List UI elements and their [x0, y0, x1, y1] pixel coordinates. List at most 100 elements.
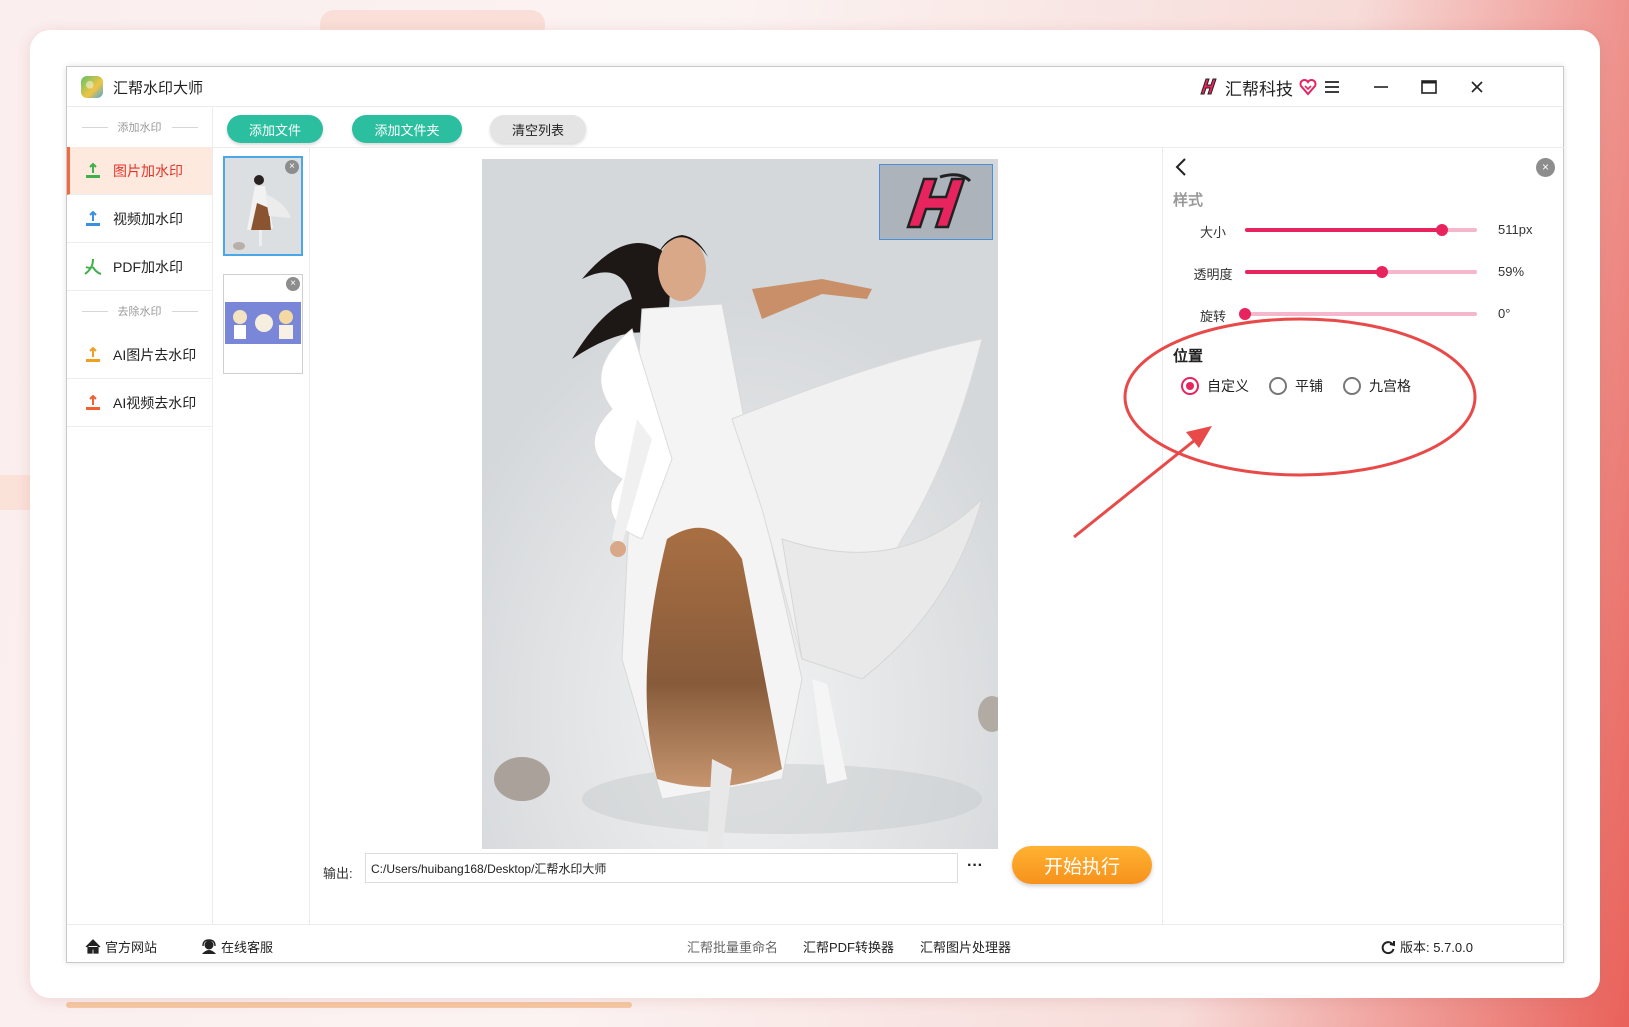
- close-icon: [1471, 81, 1483, 93]
- image-preview: [482, 159, 998, 849]
- thumbnail-remove-button[interactable]: ×: [286, 277, 300, 291]
- minimize-icon: [1374, 86, 1388, 88]
- maximize-icon: [1421, 80, 1437, 94]
- add-file-button[interactable]: 添加文件: [227, 115, 323, 143]
- position-option-tile[interactable]: 平铺: [1269, 376, 1323, 396]
- file-thumbnail[interactable]: ×: [223, 274, 303, 374]
- menu-icon: [1325, 81, 1339, 93]
- opacity-slider-row: 透明度 59%: [1163, 262, 1566, 282]
- clear-list-button[interactable]: 清空列表: [490, 115, 586, 143]
- size-slider[interactable]: [1245, 224, 1477, 236]
- footer-label: 汇帮图片处理器: [920, 940, 1012, 955]
- toolbar: 添加文件 添加文件夹 清空列表: [213, 107, 1565, 147]
- watermark-logo-icon: [906, 173, 972, 229]
- sidebar-section-remove-label: 去除水印: [67, 291, 212, 331]
- app-logo-icon: [81, 76, 103, 98]
- video-upload-icon: [83, 209, 103, 229]
- status-bar: 官方网站 在线客服 汇帮批量重命名 汇帮PDF转换器 汇帮图片处理器 版本: 5…: [67, 924, 1565, 964]
- vip-heart-icon: [1299, 79, 1317, 96]
- online-support-link[interactable]: 在线客服: [201, 937, 273, 956]
- minimize-button[interactable]: [1366, 73, 1396, 101]
- sidebar-item-video-watermark[interactable]: 视频加水印: [67, 195, 212, 243]
- panel-close-button[interactable]: ×: [1536, 158, 1555, 177]
- pdf-icon: [83, 257, 103, 277]
- slider-fill: [1245, 270, 1382, 274]
- preview-image-fashion-model: [482, 159, 998, 849]
- brand: 汇帮科技: [1197, 75, 1317, 99]
- footer-label: 官方网站: [105, 940, 158, 955]
- brand-name: 汇帮科技: [1225, 79, 1293, 99]
- sidebar-section-add-label: 添加水印: [67, 107, 212, 147]
- sidebar-item-label: 图片加水印: [113, 162, 183, 179]
- home-icon: [85, 939, 101, 954]
- position-option-custom[interactable]: 自定义: [1181, 376, 1249, 396]
- video-remove-icon: [83, 393, 103, 413]
- position-radio-group: 自定义 平铺 九宫格: [1181, 376, 1411, 396]
- slider-handle[interactable]: [1375, 266, 1388, 278]
- radio-circle: [1343, 377, 1361, 395]
- slider-handle[interactable]: [1239, 308, 1251, 320]
- slider-label: 大小: [1199, 225, 1226, 240]
- sidebar-item-ai-video-remove[interactable]: AI视频去水印: [67, 379, 212, 427]
- official-website-link[interactable]: 官方网站: [85, 937, 157, 956]
- slider-handle[interactable]: [1436, 224, 1449, 236]
- sidebar-item-ai-image-remove[interactable]: AI图片去水印: [67, 331, 212, 379]
- style-section-title: 样式: [1173, 192, 1204, 209]
- radio-circle: [1269, 377, 1287, 395]
- maximize-button[interactable]: [1414, 73, 1444, 101]
- file-thumbnail-list: × ×: [213, 148, 310, 924]
- output-label: 输出:: [323, 866, 353, 881]
- output-path-input[interactable]: [365, 853, 958, 883]
- position-section-title: 位置: [1173, 348, 1204, 365]
- add-folder-button[interactable]: 添加文件夹: [352, 115, 462, 143]
- rotation-slider-row: 旋转 0°: [1163, 304, 1566, 324]
- thumbnail-remove-button[interactable]: ×: [285, 160, 299, 174]
- version-info[interactable]: 版本: 5.7.0.0: [1380, 937, 1473, 956]
- image-remove-icon: [83, 345, 103, 365]
- radio-circle: [1181, 377, 1199, 395]
- footer-label: 在线客服: [221, 940, 274, 955]
- radio-label: 九宫格: [1369, 378, 1411, 394]
- sidebar-item-image-watermark[interactable]: 图片加水印: [67, 147, 212, 195]
- back-arrow-icon[interactable]: [1171, 156, 1193, 178]
- slider-label: 旋转: [1199, 309, 1226, 324]
- sidebar-item-label: AI视频去水印: [113, 394, 197, 411]
- watermark-overlay[interactable]: [879, 164, 993, 240]
- size-slider-row: 大小 511px: [1163, 220, 1566, 240]
- file-thumbnail[interactable]: ×: [223, 156, 303, 256]
- start-button[interactable]: 开始执行: [1012, 846, 1152, 884]
- footer-label: 汇帮批量重命名: [687, 940, 779, 955]
- slider-fill: [1245, 228, 1443, 232]
- sidebar-item-label: PDF加水印: [113, 258, 183, 275]
- menu-button[interactable]: [1317, 73, 1347, 101]
- app-window: 汇帮水印大师 汇帮科技 添加水印 图片加水印 视频加水印 PDF加水印 去除水印…: [66, 66, 1565, 964]
- background-decoration: [0, 475, 30, 510]
- refresh-icon: [1381, 940, 1395, 954]
- pdf-converter-link[interactable]: 汇帮PDF转换器: [803, 937, 894, 956]
- opacity-slider[interactable]: [1245, 266, 1477, 278]
- radio-label: 平铺: [1295, 378, 1323, 394]
- slider-value: 0°: [1498, 306, 1511, 321]
- brand-logo-icon: [1200, 78, 1217, 95]
- background-decoration: [66, 1002, 632, 1008]
- browse-output-button[interactable]: ···: [960, 857, 990, 879]
- settings-panel: × 样式 大小 511px 透明度 59% 旋转 0° 位置 自定义 平铺 九宫…: [1162, 148, 1565, 924]
- slider-value: 511px: [1498, 222, 1533, 237]
- footer-label: 汇帮PDF转换器: [803, 940, 895, 955]
- customer-service-icon: [202, 939, 216, 954]
- rotation-slider[interactable]: [1239, 308, 1477, 320]
- version-label: 版本: 5.7.0.0: [1400, 940, 1473, 955]
- title-bar: 汇帮水印大师 汇帮科技: [67, 67, 1563, 107]
- sidebar-item-label: AI图片去水印: [113, 346, 197, 363]
- slider-value: 59%: [1498, 264, 1525, 279]
- image-processor-link[interactable]: 汇帮图片处理器: [920, 937, 1011, 956]
- position-option-grid[interactable]: 九宫格: [1343, 376, 1411, 396]
- app-title: 汇帮水印大师: [113, 80, 204, 97]
- sidebar: 添加水印 图片加水印 视频加水印 PDF加水印 去除水印 AI图片去水印 AI视…: [67, 107, 213, 924]
- sidebar-item-label: 视频加水印: [113, 210, 183, 227]
- sidebar-item-pdf-watermark[interactable]: PDF加水印: [67, 243, 212, 291]
- close-button[interactable]: [1462, 73, 1492, 101]
- slider-label: 透明度: [1193, 267, 1233, 282]
- image-upload-icon: [83, 161, 103, 181]
- batch-rename-link[interactable]: 汇帮批量重命名: [687, 937, 778, 956]
